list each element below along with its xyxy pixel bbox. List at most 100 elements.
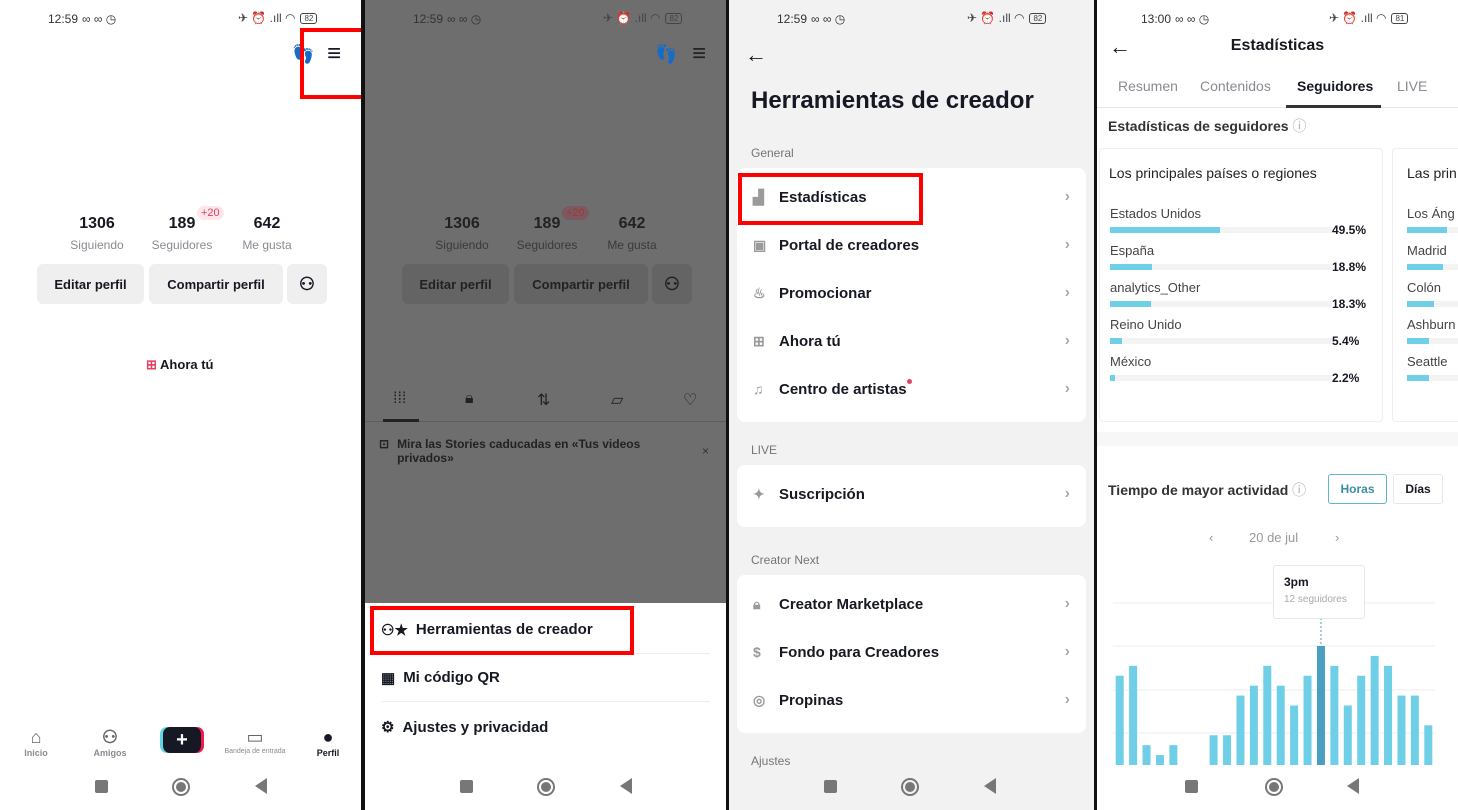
followers-badge: +20 xyxy=(197,206,224,220)
back-button[interactable] xyxy=(1347,778,1359,794)
bar-9pm[interactable] xyxy=(1397,695,1406,765)
days-button[interactable]: Días xyxy=(1393,474,1443,504)
bar-11pm[interactable] xyxy=(1424,725,1433,765)
country-bar-track xyxy=(1110,338,1332,344)
edit-profile-button[interactable]: Editar perfil xyxy=(37,264,144,304)
menu-item-ahora-t-[interactable]: ⊞ Ahora tú › xyxy=(753,317,1070,365)
menu-item-suscripci-n[interactable]: ✦ Suscripción › xyxy=(753,470,1070,518)
menu-item-portal-de-creadores[interactable]: ▣ Portal de creadores › xyxy=(753,221,1070,269)
status-bar: 12:59 ∞ ∞ ◷ xyxy=(413,12,482,26)
add-friend-button[interactable]: ⚇ xyxy=(287,264,327,304)
country-bar-track xyxy=(1110,375,1332,381)
bar-7am[interactable] xyxy=(1209,735,1218,765)
recents-button[interactable] xyxy=(824,780,837,793)
tab-seguidores[interactable]: Seguidores xyxy=(1297,78,1373,94)
back-arrow-icon[interactable]: ← xyxy=(745,42,767,68)
bar-5pm[interactable] xyxy=(1343,705,1352,766)
tab-resumen[interactable]: Resumen xyxy=(1118,78,1178,94)
back-button[interactable] xyxy=(620,778,632,794)
bar-8pm[interactable] xyxy=(1384,665,1393,765)
menu-item-propinas[interactable]: ◎ Propinas › xyxy=(753,676,1070,724)
countries-title: Los principales países o regiones xyxy=(1109,165,1317,181)
menu-item-settings[interactable]: ⚙ Ajustes y privacidad xyxy=(381,703,710,751)
home-button[interactable] xyxy=(172,778,190,796)
back-button[interactable] xyxy=(255,778,267,794)
country-name: México xyxy=(1110,354,1152,369)
menu-item-promocionar[interactable]: ♨ Promocionar › xyxy=(753,269,1070,317)
tab-inicio[interactable]: ⌂ Inicio xyxy=(18,727,54,758)
videos-tab-icon[interactable]: ⁞⁞⁞ xyxy=(393,390,406,408)
bar-2am[interactable] xyxy=(1142,745,1151,765)
bar-1pm[interactable] xyxy=(1290,705,1299,766)
home-button[interactable] xyxy=(1265,778,1283,796)
bar-4am[interactable] xyxy=(1169,745,1178,765)
lock-icon[interactable]: 🔒︎ xyxy=(465,390,474,408)
tab-perfil[interactable]: ● Perfil xyxy=(311,727,345,758)
tab-contenidos[interactable]: Contenidos xyxy=(1200,78,1271,94)
hours-button[interactable]: Horas xyxy=(1328,474,1387,504)
menu-item-label: Propinas xyxy=(779,691,844,709)
page-title: Estadísticas xyxy=(1230,37,1325,54)
menu-item-centro-de-artistas[interactable]: ♫ Centro de artistas › xyxy=(753,365,1070,413)
prev-date-icon[interactable]: ‹ xyxy=(1209,530,1213,545)
bar-8am[interactable] xyxy=(1223,735,1232,765)
recents-button[interactable] xyxy=(460,780,473,793)
highlight-box xyxy=(300,28,361,99)
city-bar-track xyxy=(1407,338,1458,344)
stat-following[interactable]: 1306 Siguiendo xyxy=(52,215,142,252)
bar-10am[interactable] xyxy=(1249,685,1258,765)
status-icons: ✈ ⏰ .ıll ◠ 82 xyxy=(238,11,318,25)
ahora-tu-link[interactable]: ⊞ Ahora tú xyxy=(146,357,214,373)
bar-7pm[interactable] xyxy=(1370,655,1379,765)
bar-11am[interactable] xyxy=(1263,665,1272,765)
liked-icon[interactable]: ♡ xyxy=(683,390,697,410)
bar-12am[interactable] xyxy=(1115,675,1124,765)
clock: 12:59 xyxy=(413,12,444,26)
stat-following[interactable]: 1306 Siguiendo xyxy=(417,215,507,252)
menu-item-qr-code[interactable]: ▦ Mi código QR xyxy=(381,654,710,702)
city-row: Colón xyxy=(1407,280,1458,307)
info-icon[interactable]: ⓘ xyxy=(1292,482,1306,498)
bar-4pm[interactable] xyxy=(1330,665,1339,765)
info-icon[interactable]: ⓘ xyxy=(1292,118,1306,134)
add-friend-button[interactable]: ⚇ xyxy=(652,264,692,304)
bar-12pm[interactable] xyxy=(1276,685,1285,765)
home-button[interactable] xyxy=(537,778,555,796)
stories-banner[interactable]: ⊡ Mira las Stories caducadas en «Tus vide… xyxy=(379,437,679,465)
tab-live[interactable]: LIVE xyxy=(1397,78,1427,94)
bar-6pm[interactable] xyxy=(1357,675,1366,765)
tab-inbox[interactable]: ▭ Bandeja de entrada xyxy=(215,727,295,755)
close-icon[interactable]: × xyxy=(702,444,709,458)
saved-icon[interactable]: ▱ xyxy=(611,390,623,410)
recents-button[interactable] xyxy=(1185,780,1198,793)
next-date-icon[interactable]: › xyxy=(1335,530,1339,545)
city-name: Ashburn xyxy=(1407,317,1456,332)
bar-2pm[interactable] xyxy=(1303,675,1312,765)
menu-icon[interactable]: ≡ xyxy=(692,40,706,68)
bar-10pm[interactable] xyxy=(1410,695,1419,765)
back-button[interactable] xyxy=(984,778,996,794)
stat-followers[interactable]: 189 Seguidores xyxy=(502,215,592,252)
stat-likes[interactable]: 642 Me gusta xyxy=(587,215,677,252)
content-tabs: ⁞⁞⁞ 🔒︎ ⇅ ▱ ♡ xyxy=(365,390,726,422)
inbox-icon: ▭ xyxy=(246,727,264,747)
recents-button[interactable] xyxy=(95,780,108,793)
share-profile-button[interactable]: Compartir perfil xyxy=(149,264,283,304)
menu-item-fondo-para-creadores[interactable]: $ Fondo para Creadores › xyxy=(753,628,1070,676)
menu-item-creator-marketplace[interactable]: 🔒︎ Creator Marketplace › xyxy=(753,580,1070,628)
stat-likes[interactable]: 642 Me gusta xyxy=(222,215,312,252)
stat-followers[interactable]: 189 Seguidores xyxy=(137,215,227,252)
repost-icon[interactable]: ⇅ xyxy=(537,390,550,410)
bar-9am[interactable] xyxy=(1236,695,1245,765)
share-profile-button[interactable]: Compartir perfil xyxy=(514,264,648,304)
bag-icon: 🔒︎ xyxy=(753,595,761,612)
footprints-icon[interactable]: 👣 xyxy=(655,44,677,65)
home-button[interactable] xyxy=(901,778,919,796)
bar-3am[interactable] xyxy=(1155,755,1164,765)
edit-profile-button[interactable]: Editar perfil xyxy=(402,264,509,304)
status-icons: ✈ ⏰ .ıll ◠ 82 xyxy=(967,11,1047,25)
bar-3pm[interactable] xyxy=(1316,646,1325,765)
tab-amigos[interactable]: ⚇ Amigos xyxy=(88,727,132,758)
create-button[interactable]: + xyxy=(163,727,201,753)
bar-1am[interactable] xyxy=(1129,665,1138,765)
